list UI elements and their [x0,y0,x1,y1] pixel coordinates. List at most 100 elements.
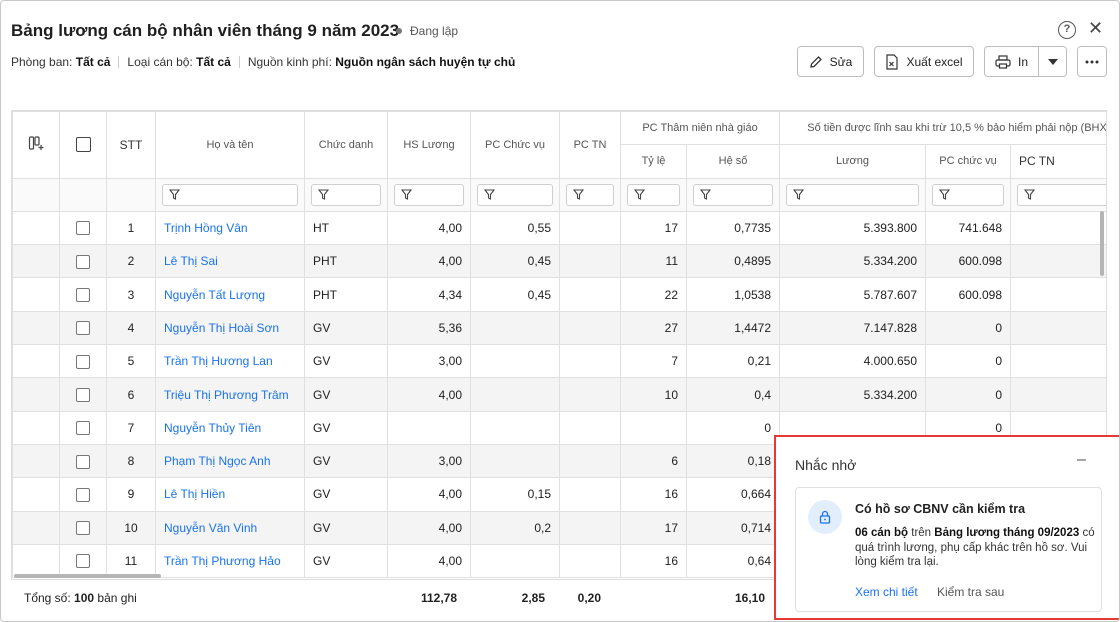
table-row[interactable]: 4 Nguyễn Thị Hoài Sơn GV 5,36 27 1,4472 7.147.… [12,310,1106,346]
header-pc-chucvu-net[interactable]: PC chức vụ [925,144,1011,179]
employee-name-link[interactable]: Lê Thị Hiền [164,487,225,501]
cell-heso: 0,4 [686,377,780,412]
header-tyle[interactable]: Tỷ lệ [620,144,687,179]
cell-name: Trần Thị Hương Lan [155,344,305,379]
filter-pctn-input[interactable] [566,183,614,206]
header-pc-chucvu[interactable]: PC Chức vụ [470,111,560,179]
header-name[interactable]: Họ và tên [155,111,305,179]
cell-luong: 5.334.200 [779,244,926,279]
table-row[interactable]: 6 Triệu Thị Phương Trâm GV 4,00 10 0,4 5.334.2… [12,377,1106,412]
cell-stt: 11 [106,543,156,579]
header-position[interactable]: Chức danh [304,111,388,179]
cell-heso: 0 [686,410,780,445]
print-dropdown-button[interactable] [1038,46,1067,77]
row-checkbox[interactable] [76,254,90,269]
header-stt[interactable]: STT [106,111,156,179]
header-luong[interactable]: Lương [779,144,926,179]
check-later-link[interactable]: Kiểm tra sau [937,585,1004,599]
cell-name: Nguyễn Văn Vinh [155,510,305,545]
employee-name-link[interactable]: Nguyễn Tất Lượng [164,288,265,302]
table-row[interactable]: 5 Trần Thị Hương Lan GV 3,00 7 0,21 4.000.650 0 [12,344,1106,379]
cell-stt: 6 [106,377,156,412]
employee-name-link[interactable]: Trịnh Hồng Vân [164,221,248,235]
employee-name-link[interactable]: Trần Thị Hương Lan [164,354,273,368]
filter-luong-input[interactable] [786,183,919,206]
print-button[interactable]: In [984,46,1039,77]
table-row[interactable]: 1 Trịnh Hồng Vân HT 4,00 0,55 17 0,7735 5.393.8… [12,210,1106,246]
cell-pc-tn [559,344,621,379]
export-excel-button[interactable]: Xuất excel [874,46,974,77]
help-icon[interactable]: ? [1058,21,1076,39]
filter-cell-luong [779,177,926,212]
row-checkbox[interactable] [76,221,90,236]
page-title: Bảng lương cán bộ nhân viên tháng 9 năm … [11,21,400,40]
filter-icon [573,189,584,201]
row-checkbox[interactable] [76,387,90,402]
row-checkbox[interactable] [76,421,90,436]
select-all-checkbox[interactable] [75,137,91,153]
cell-pc-chucvu-net: 600.098 [925,244,1011,279]
employee-name-link[interactable]: Nguyễn Thị Hoài Sơn [164,321,279,335]
filter-pctn2-input[interactable] [1017,183,1106,206]
vertical-scrollbar[interactable] [1100,211,1104,276]
header-pc-tn[interactable]: PC TN [559,111,621,179]
row-settings-cell [12,310,60,346]
cell-pc-tn [559,377,621,412]
row-checkbox[interactable] [76,454,90,469]
row-checkbox[interactable] [76,288,90,303]
cell-pc-tn-net [1009,210,1106,246]
row-checkbox[interactable] [76,487,90,502]
cell-hs-luong: 4,34 [387,277,471,312]
employee-name-link[interactable]: Nguyễn Văn Vinh [164,521,257,535]
filter-heso-input[interactable] [693,183,773,206]
cell-stt: 10 [106,510,156,545]
row-checkbox[interactable] [76,521,90,536]
employee-name-link[interactable]: Lê Thị Sai [164,254,218,268]
select-all-cell[interactable] [59,111,107,179]
cell-heso: 0,64 [686,543,780,579]
employee-name-link[interactable]: Nguyễn Thủy Tiên [164,421,261,435]
horizontal-scrollbar[interactable] [14,574,161,578]
column-settings-icon [28,136,44,151]
export-button-label: Xuất excel [906,54,963,69]
filter-pccv2-input[interactable] [932,183,1004,206]
lock-icon [808,500,842,534]
filter-hs-input[interactable] [394,183,464,206]
column-settings-cell[interactable] [12,111,60,179]
row-checkbox[interactable] [76,321,90,336]
employee-name-link[interactable]: Triệu Thị Phương Trâm [164,388,289,402]
minimize-icon[interactable]: – [1077,451,1086,469]
table-row[interactable]: 2 Lê Thị Sai PHT 4,00 0,45 11 0,4895 5.334.200 6… [12,244,1106,279]
cell-pc-tn-net [1009,310,1106,346]
header-heso[interactable]: Hệ số [686,144,780,179]
filter-pccv-input[interactable] [477,183,553,206]
employee-name-link[interactable]: Phạm Thị Ngọc Anh [164,454,271,468]
cell-hs-luong: 4,00 [387,477,471,512]
cell-hs-luong: 4,00 [387,210,471,246]
header-hs-luong[interactable]: HS Lương [387,111,471,179]
header-pc-tn-net[interactable]: PC TN [1009,144,1106,179]
close-icon[interactable]: ✕ [1088,18,1103,39]
cell-stt: 7 [106,410,156,445]
row-checkbox[interactable] [76,354,90,369]
cell-pc-tn-net [1009,244,1106,279]
view-detail-link[interactable]: Xem chi tiết [855,585,918,599]
cell-pc-chucvu-net: 600.098 [925,277,1011,312]
status-text: Đang lập [410,24,459,38]
employee-name-link[interactable]: Trần Thị Phương Hảo [164,554,281,568]
cell-hs-luong: 5,36 [387,310,471,346]
row-checkbox[interactable] [76,554,90,569]
cell-pc-chucvu [470,543,560,579]
cell-pc-chucvu: 0,15 [470,477,560,512]
edit-button[interactable]: Sửa [797,46,864,77]
more-options-button[interactable] [1077,46,1107,77]
filter-name-input[interactable] [162,183,298,206]
table-row[interactable]: 3 Nguyễn Tất Lượng PHT 4,34 0,45 22 1,0538 5.78… [12,277,1106,312]
cell-pc-tn [559,244,621,279]
cell-position: GV [304,310,388,346]
filter-tyle-input[interactable] [627,183,680,206]
cell-pc-tn [559,510,621,545]
filter-position-input[interactable] [311,183,381,206]
filter-row [12,177,1106,212]
caret-down-icon [1047,58,1058,65]
